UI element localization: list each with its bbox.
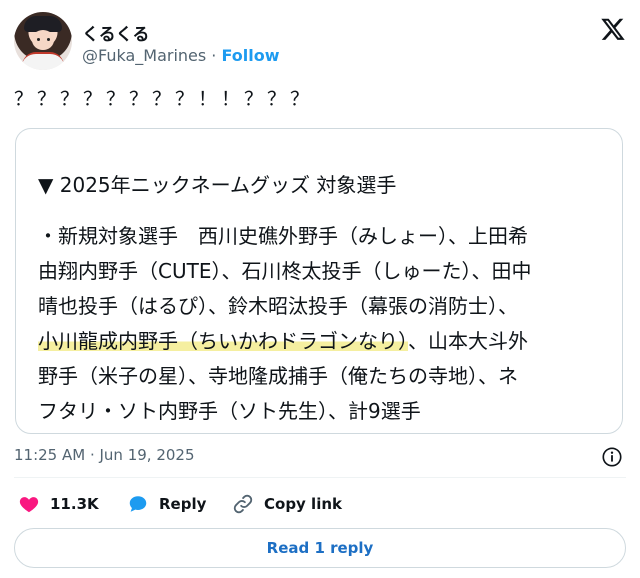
card-line: 由翔内野手（CUTE）、石川柊太投手（しゅーた）、田中 [38, 259, 532, 283]
card-body: ・新規対象選手 西川史礁外野手（みしょー）、上田希 由翔内野手（CUTE）、石川… [38, 219, 618, 429]
like-count: 11.3K [50, 495, 99, 513]
card-line: 晴也投手（はるぴ）、鈴木昭汰投手（幕張の消防士）、 [38, 294, 518, 318]
action-bar: 11.3K Reply Copy link [14, 490, 626, 518]
reply-bubble-icon [129, 496, 147, 512]
x-logo-icon[interactable] [600, 16, 626, 42]
heart-icon [19, 497, 39, 513]
read-reply-button[interactable]: Read 1 reply [14, 528, 626, 568]
reply-button[interactable]: Reply [127, 490, 206, 518]
card-line: 野手（米子の星）、寺地隆成捕手（俺たちの寺地）、ネ [38, 364, 518, 388]
display-name[interactable]: くるくる [82, 20, 149, 45]
handle-line: @Fuka_Marines · Follow [82, 46, 280, 65]
link-icon [233, 494, 253, 514]
card-line-rest: 、山本大斗外 [408, 329, 528, 353]
copy-link-label: Copy link [264, 495, 342, 513]
info-icon[interactable] [601, 446, 623, 468]
tweet-text: ？？？？？？？？！！？？？ [14, 88, 314, 110]
tweet-header: くるくる @Fuka_Marines · Follow [14, 12, 626, 72]
follow-button[interactable]: Follow [221, 46, 279, 65]
copy-link-button[interactable]: Copy link [232, 490, 342, 518]
like-button[interactable]: 11.3K [18, 490, 99, 518]
card-line: フタリ・ソト内野手（ソト先生）、計9選手 [38, 399, 421, 423]
card-title: ▼ 2025年ニックネームグッズ 対象選手 [38, 173, 397, 197]
avatar[interactable] [14, 12, 72, 70]
reply-label: Reply [159, 495, 207, 513]
handle-separator: · [206, 46, 222, 65]
card-line: ・新規対象選手 西川史礁外野手（みしょー）、上田希 [38, 224, 528, 248]
timestamp[interactable]: 11:25 AM · Jun 19, 2025 [14, 446, 195, 464]
tweet-image-card[interactable]: ▼ 2025年ニックネームグッズ 対象選手 ・新規対象選手 西川史礁外野手（みし… [15, 128, 623, 434]
highlighted-text: 小川龍成内野手（ちいかわドラゴンなり） [38, 329, 408, 353]
card-line: 小川龍成内野手（ちいかわドラゴンなり）、山本大斗外 [38, 324, 618, 359]
user-handle[interactable]: @Fuka_Marines [82, 46, 206, 65]
divider [14, 477, 626, 478]
